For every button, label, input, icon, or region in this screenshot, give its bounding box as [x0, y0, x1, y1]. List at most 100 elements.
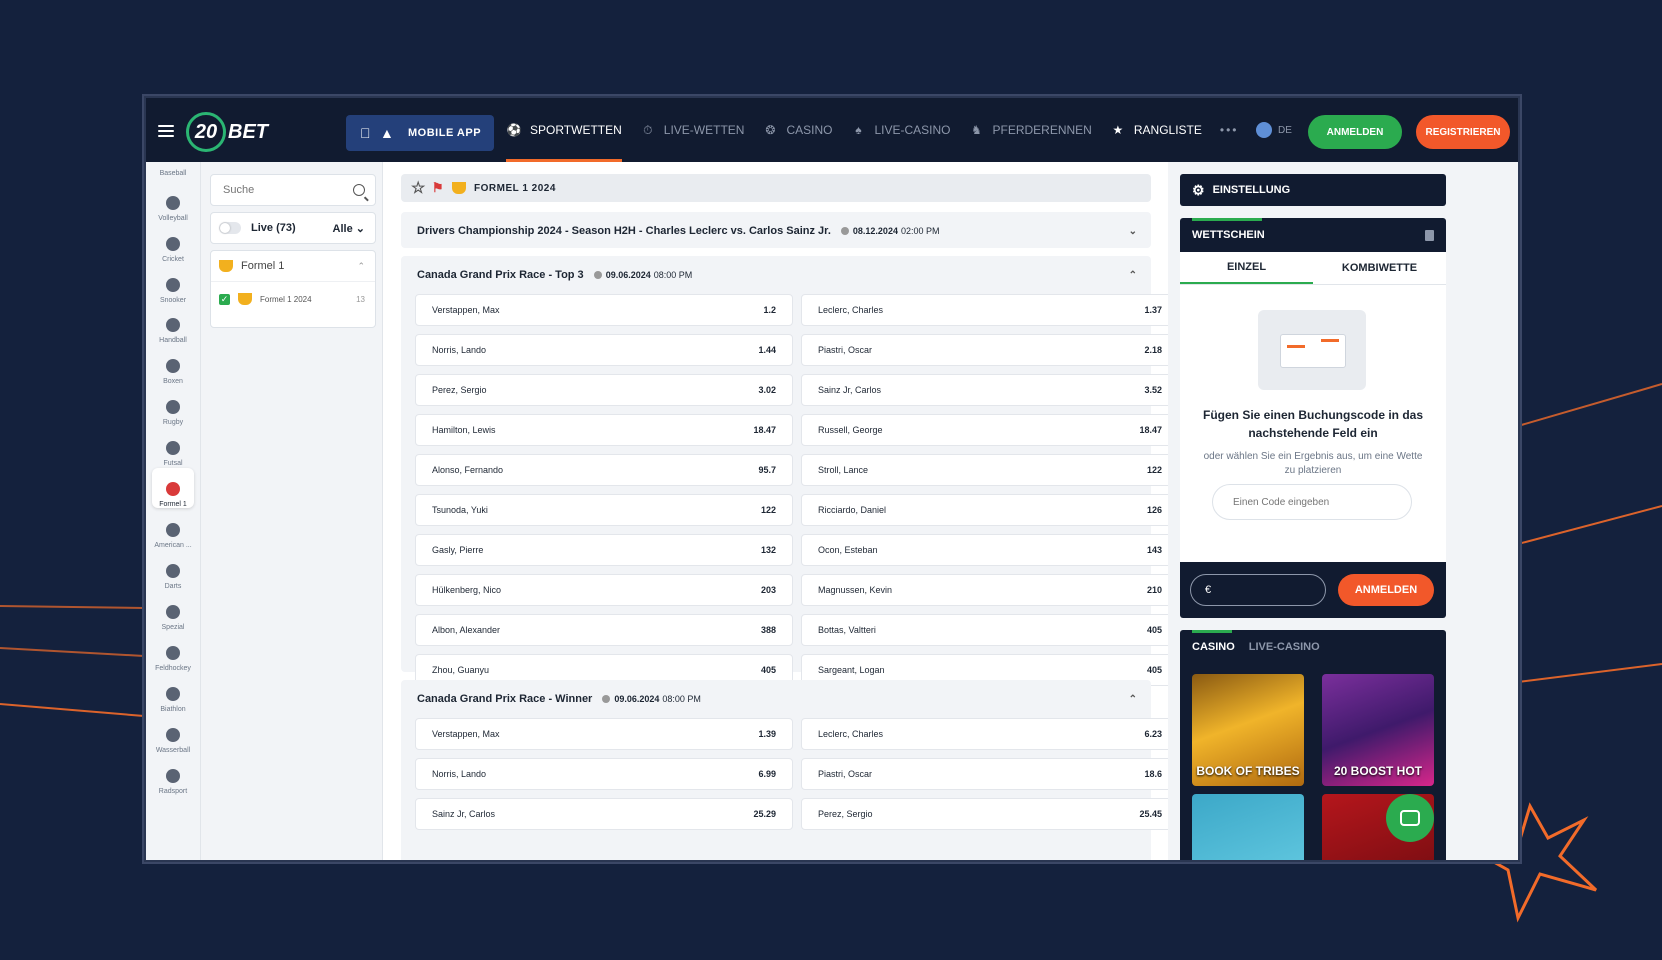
odds-button[interactable]: Tsunoda, Yuki 122	[415, 494, 793, 526]
chevron-down-icon[interactable]: ⌄	[1129, 226, 1137, 237]
rail-item-rugby[interactable]: Rugby	[152, 386, 194, 426]
event-header[interactable]: Drivers Championship 2024 - Season H2H -…	[401, 212, 1151, 250]
odds-button[interactable]: Stroll, Lance 122	[801, 454, 1179, 486]
more-menu-icon[interactable]: •••	[1220, 123, 1239, 137]
rail-item-american-football[interactable]: American ...	[152, 509, 194, 549]
odds-value: 126	[1146, 505, 1162, 515]
odds-button[interactable]: Magnussen, Kevin 210	[801, 574, 1179, 606]
chat-button[interactable]	[1386, 794, 1434, 842]
bet-slip-tabs: EINZEL KOMBIWETTE	[1180, 252, 1446, 285]
odds-value: 143	[1146, 545, 1162, 555]
participant-name: Hülkenberg, Nico	[432, 585, 502, 595]
brand-logo[interactable]: 20 BET	[186, 112, 268, 152]
odds-value: 6.99	[758, 769, 776, 779]
rail-item-boxen[interactable]: Boxen	[152, 345, 194, 385]
participant-name: Alonso, Fernando	[432, 465, 504, 475]
odds-button[interactable]: Hamilton, Lewis 18.47	[415, 414, 793, 446]
menu-icon[interactable]	[158, 125, 174, 137]
race-car-icon	[166, 482, 180, 496]
odds-button[interactable]: Albon, Alexander 388	[415, 614, 793, 646]
odds-button[interactable]: Norris, Lando 6.99	[415, 758, 793, 790]
odds-button[interactable]: Verstappen, Max 1.39	[415, 718, 793, 750]
game-tile[interactable]: 20 BOOST HOT	[1322, 674, 1434, 786]
odds-value: 18.47	[1139, 425, 1162, 435]
odds-button[interactable]: Perez, Sergio 25.45	[801, 798, 1179, 830]
odds-button[interactable]: Verstappen, Max 1.2	[415, 294, 793, 326]
nav-casino[interactable]: ❂ CASINO	[762, 98, 832, 162]
settings-button[interactable]: ⚙ EINSTELLUNG	[1180, 174, 1446, 206]
chevron-up-icon[interactable]: ⌃	[1129, 270, 1137, 281]
event-collapsed[interactable]: Drivers Championship 2024 - Season H2H -…	[401, 212, 1151, 248]
category-header[interactable]: Formel 1 ⌃	[211, 251, 375, 281]
odds-button[interactable]: Sainz Jr, Carlos 25.29	[415, 798, 793, 830]
alle-dropdown[interactable]: Alle ⌄	[333, 222, 365, 235]
odds-value: 1.37	[1144, 305, 1162, 315]
odds-button[interactable]: Norris, Lando 1.44	[415, 334, 793, 366]
main-nav: ⚽ SPORTWETTEN ⏱ LIVE-WETTEN ❂ CASINO ♠ LIVE-…	[506, 98, 1238, 162]
booking-code-input[interactable]	[1231, 496, 1395, 509]
participant-name: Bottas, Valtteri	[818, 625, 876, 635]
tab-casino[interactable]: CASINO	[1192, 641, 1235, 653]
tab-kombiwette[interactable]: KOMBIWETTE	[1313, 252, 1446, 284]
rail-item-wasserball[interactable]: Wasserball	[152, 714, 194, 754]
tab-einzel[interactable]: EINZEL	[1180, 252, 1313, 284]
nav-rangliste[interactable]: ★ RANGLISTE	[1110, 98, 1201, 162]
event-header[interactable]: Canada Grand Prix Race - Winner 09.06.20…	[401, 680, 1151, 718]
rail-item-radsport[interactable]: Radsport	[152, 755, 194, 795]
nav-pferderennen[interactable]: ♞ PFERDERENNEN	[969, 98, 1092, 162]
rail-item-biathlon[interactable]: Biathlon	[152, 673, 194, 713]
chevron-up-icon[interactable]: ⌃	[357, 261, 365, 272]
nav-sportwetten[interactable]: ⚽ SPORTWETTEN	[506, 98, 622, 162]
rail-item-volleyball[interactable]: Volleyball	[152, 182, 194, 222]
rail-item-darts[interactable]: Darts	[152, 550, 194, 590]
rail-item-formel-1[interactable]: Formel 1	[152, 468, 194, 508]
trash-icon[interactable]	[1425, 229, 1434, 241]
odds-button[interactable]: Leclerc, Charles 1.37	[801, 294, 1179, 326]
odds-button[interactable]: Gasly, Pierre 132	[415, 534, 793, 566]
odds-button[interactable]: Sainz Jr, Carlos 3.52	[801, 374, 1179, 406]
rail-item-baseball[interactable]: Baseball	[152, 170, 194, 177]
rail-item-futsal[interactable]: Futsal	[152, 427, 194, 467]
search-icon[interactable]	[353, 184, 365, 196]
game-tile[interactable]: BOOK OF TRIBES	[1192, 674, 1304, 786]
slip-login-button[interactable]: ANMELDEN	[1338, 574, 1434, 606]
event-winner: Canada Grand Prix Race - Winner 09.06.20…	[401, 680, 1179, 860]
register-button[interactable]: REGISTRIEREN	[1416, 115, 1510, 149]
rail-item-cricket[interactable]: Cricket	[152, 223, 194, 263]
odds-button[interactable]: Perez, Sergio 3.02	[415, 374, 793, 406]
odds-button[interactable]: Russell, George 18.47	[801, 414, 1179, 446]
nav-live-casino[interactable]: ♠ LIVE-CASINO	[850, 98, 950, 162]
search-input[interactable]	[221, 183, 345, 197]
participant-name: Verstappen, Max	[432, 729, 500, 739]
checkbox-icon[interactable]: ✓	[219, 293, 230, 305]
nav-live-wetten[interactable]: ⏱ LIVE-WETTEN	[640, 98, 744, 162]
odds-button[interactable]: Ricciardo, Daniel 126	[801, 494, 1179, 526]
odds-button[interactable]: Piastri, Oscar 18.6	[801, 758, 1179, 790]
odds-button[interactable]: Bottas, Valtteri 405	[801, 614, 1179, 646]
rail-item-snooker[interactable]: Snooker	[152, 264, 194, 304]
odds-button[interactable]: Hülkenberg, Nico 203	[415, 574, 793, 606]
rail-item-handball[interactable]: Handball	[152, 304, 194, 344]
language-selector[interactable]: DE	[1256, 122, 1292, 138]
chevron-up-icon[interactable]: ⌃	[1129, 694, 1137, 705]
rail-item-feldhockey[interactable]: Feldhockey	[152, 632, 194, 672]
odds-value: 405	[1146, 625, 1162, 635]
star-icon[interactable]: ☆	[411, 178, 426, 198]
odds-button[interactable]: Ocon, Esteban 143	[801, 534, 1179, 566]
tab-live-casino[interactable]: LIVE-CASINO	[1249, 641, 1320, 653]
odds-button[interactable]: Leclerc, Charles 6.23	[801, 718, 1179, 750]
league-item[interactable]: ✓ Formel 1 2024 13	[211, 281, 375, 316]
odds-value: 405	[1146, 665, 1162, 675]
mobile-app-button[interactable]:  ▲ MOBILE APP	[346, 115, 494, 151]
odds-button[interactable]: Piastri, Oscar 2.18	[801, 334, 1179, 366]
game-tile[interactable]	[1192, 794, 1304, 860]
chevron-down-icon: ⌄	[355, 222, 365, 235]
odds-button[interactable]: Alonso, Fernando 95.7	[415, 454, 793, 486]
rail-item-spezial[interactable]: Spezial	[152, 591, 194, 631]
event-header[interactable]: Canada Grand Prix Race - Top 3 09.06.202…	[401, 256, 1151, 294]
stake-input[interactable]: €	[1190, 574, 1326, 606]
login-button[interactable]: ANMELDEN	[1308, 115, 1402, 149]
odds-value: 132	[760, 545, 776, 555]
live-toggle[interactable]	[219, 222, 241, 234]
participant-name: Tsunoda, Yuki	[432, 505, 488, 515]
